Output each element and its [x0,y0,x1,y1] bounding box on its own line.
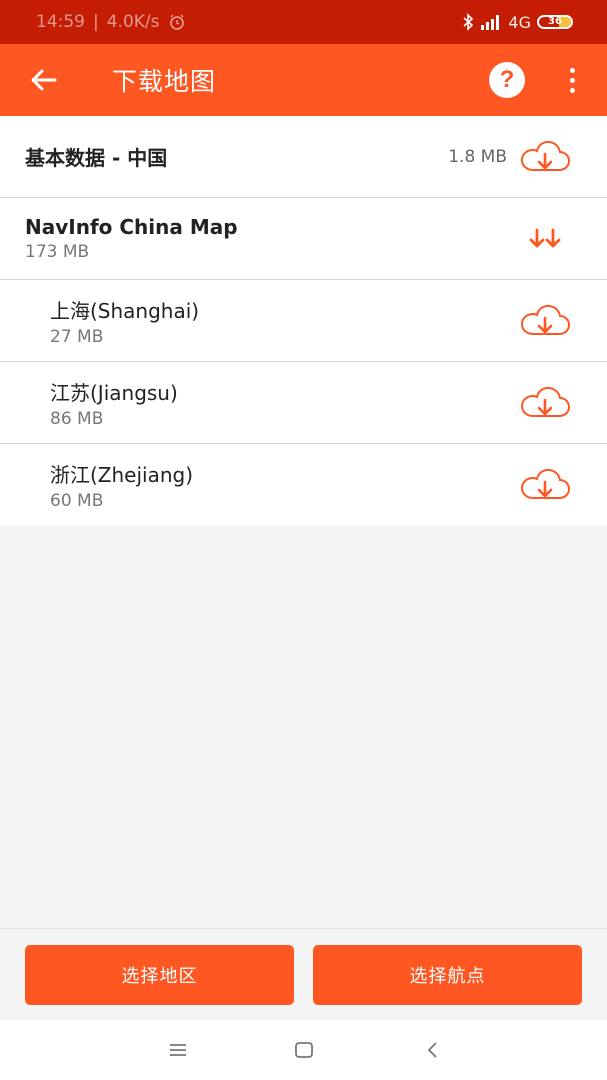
cloud-download-icon[interactable] [519,304,571,338]
bluetooth-icon [463,13,474,31]
battery-icon: 36 [537,15,573,29]
home-button[interactable] [292,1038,316,1062]
more-vert-icon [569,67,575,73]
bottom-action-bar: 选择地区 选择航点 [0,928,607,1020]
home-square-icon [295,1042,313,1058]
group-size: 173 MB [25,242,90,262]
recent-apps-button[interactable] [166,1038,190,1062]
list-item-region[interactable]: 浙江(Zhejiang) 60 MB [0,444,607,526]
list-item-basic-data[interactable]: 基本数据 - 中国 1.8 MB [0,116,607,198]
status-bar: 14:59 | 4.0K/s 4G 36 [0,0,607,44]
cloud-download-icon[interactable] [519,468,571,502]
page-title: 下载地图 [112,67,217,96]
cloud-download-icon[interactable] [519,140,571,174]
region-size: 27 MB [50,326,104,347]
region-title: 上海(Shanghai) [50,298,200,323]
map-download-list: 基本数据 - 中国 1.8 MB NavInfo China Map 173 M… [0,116,607,526]
select-region-button[interactable]: 选择地区 [25,945,294,1005]
region-size: 86 MB [50,408,104,429]
help-button[interactable]: ? [489,62,525,98]
signal-icon [481,15,500,30]
system-back-button[interactable] [420,1038,444,1062]
list-item-region[interactable]: 江苏(Jiangsu) 86 MB [0,362,607,444]
select-waypoint-button[interactable]: 选择航点 [313,945,582,1005]
arrow-left-icon [31,69,57,91]
battery-level: 36 [548,16,562,27]
back-button[interactable] [0,44,88,116]
status-separator: | [93,12,99,32]
status-right: 4G 36 [462,13,573,32]
chevron-left-icon [427,1042,437,1058]
help-icon: ? [499,66,515,93]
group-title: NavInfo China Map [25,215,238,239]
region-title: 浙江(Zhejiang) [50,463,194,487]
cloud-download-icon[interactable] [519,386,571,420]
alarm-icon [169,14,184,30]
region-size: 60 MB [50,491,104,511]
more-options-button[interactable] [556,62,588,98]
list-item-group-header[interactable]: NavInfo China Map 173 MB [0,198,607,280]
list-item-region[interactable]: 上海(Shanghai) 27 MB [0,280,607,362]
menu-icon [170,1044,186,1056]
network-type: 4G [508,12,531,32]
status-time: 14:59 [36,12,85,32]
app-bar: 下载地图 ? [0,44,607,116]
region-title: 江苏(Jiangsu) [50,380,178,405]
status-speed: 4.0K/s [106,12,160,32]
basic-data-size: 1.8 MB [448,146,507,167]
battery-indicator: 36 [537,15,573,29]
system-nav-bar [0,1020,607,1080]
download-all-icon[interactable] [527,224,563,254]
status-left: 14:59 | 4.0K/s [36,12,186,32]
basic-data-title: 基本数据 - 中国 [25,146,168,170]
